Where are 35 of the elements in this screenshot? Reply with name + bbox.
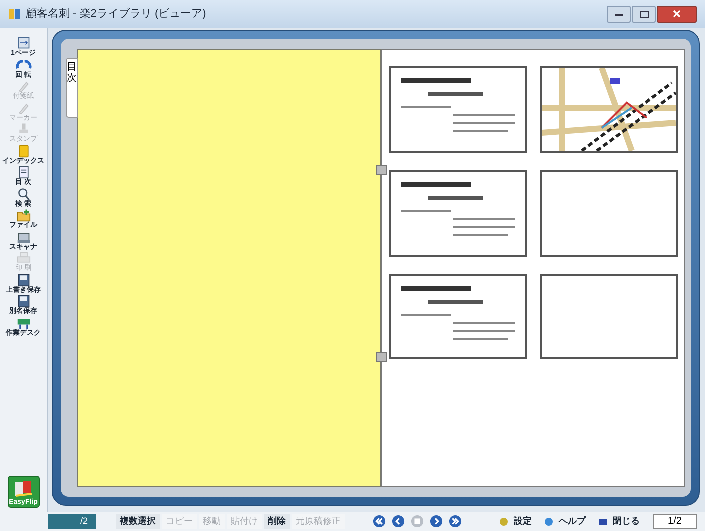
- stop-icon: [411, 515, 424, 528]
- page-flip-icon: [12, 480, 34, 498]
- action-button[interactable]: 複数選択: [116, 514, 160, 529]
- action-button[interactable]: 削除: [264, 514, 290, 529]
- minimize-button[interactable]: [607, 6, 631, 22]
- previous-page-icon: [392, 515, 405, 528]
- search-icon: [16, 186, 32, 200]
- first-page-icon: [373, 515, 386, 528]
- printer-icon: [16, 251, 32, 265]
- index-tab-label: 目次: [67, 62, 77, 86]
- navigation-button[interactable]: [430, 515, 443, 528]
- maximize-icon: [640, 10, 648, 18]
- business-card-image[interactable]: [389, 170, 527, 257]
- rotate-arrows-icon: [16, 58, 32, 72]
- footer-button[interactable]: 設定: [494, 514, 537, 529]
- index-tab[interactable]: 目次: [66, 58, 78, 118]
- maximize-button[interactable]: [632, 6, 656, 22]
- page-indicator: 1/2: [653, 514, 697, 529]
- minimize-icon: [615, 12, 623, 16]
- navigation-button[interactable]: [449, 515, 462, 528]
- close-button[interactable]: [657, 6, 697, 22]
- folder-icon: [16, 208, 32, 222]
- business-card-image[interactable]: [389, 66, 527, 153]
- page-icon: [16, 36, 32, 50]
- navigation-button[interactable]: [373, 515, 386, 528]
- empty-card-slot[interactable]: [540, 274, 678, 359]
- footer-button[interactable]: ヘルプ: [539, 514, 591, 529]
- page-number-field[interactable]: /2: [48, 514, 96, 529]
- next-page-icon: [430, 515, 443, 528]
- empty-card-slot[interactable]: [540, 170, 678, 257]
- last-page-icon: [449, 515, 462, 528]
- window-title: 顧客名刺 - 楽2ライブラリ (ビューア): [26, 6, 206, 22]
- business-card-image[interactable]: [389, 274, 527, 359]
- footer-button[interactable]: 閉じる: [593, 514, 645, 529]
- navigation-button[interactable]: [392, 515, 405, 528]
